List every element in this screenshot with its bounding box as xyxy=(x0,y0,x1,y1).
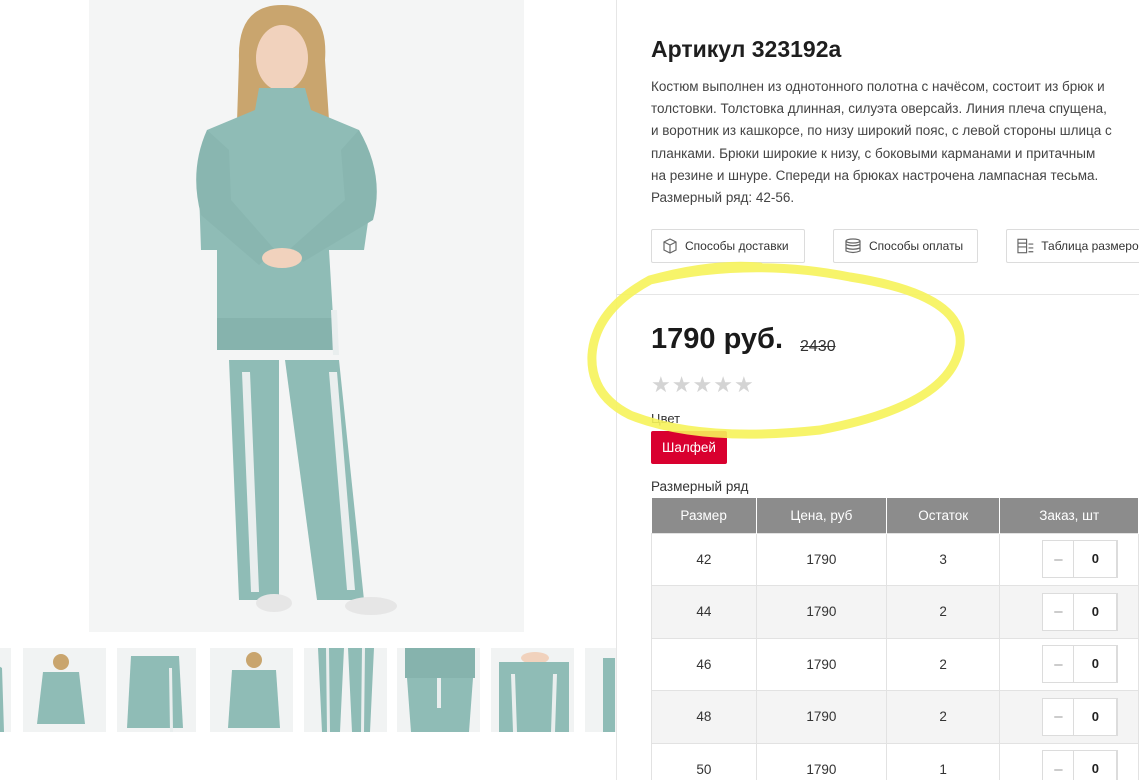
decrement-button[interactable]: – xyxy=(1043,603,1073,620)
decrement-button[interactable]: – xyxy=(1043,761,1073,778)
quantity-input[interactable]: 0 xyxy=(1073,592,1118,631)
order-cell: – 0 xyxy=(999,637,1139,691)
size-range-label: Размерный ряд xyxy=(651,479,749,494)
size-cell: 48 xyxy=(651,690,757,744)
price-cell: 1790 xyxy=(755,742,887,780)
star-icon[interactable]: ★ xyxy=(692,373,712,397)
star-icon[interactable]: ★ xyxy=(734,373,754,397)
stock-cell: 2 xyxy=(885,585,1001,639)
size-chart-button[interactable]: Таблица размеров xyxy=(1006,229,1139,263)
coins-icon xyxy=(845,238,861,254)
quantity-stepper: – 0 xyxy=(1042,592,1119,631)
table-row: 48 1790 2 – 0 xyxy=(651,690,1139,744)
model-photo-illustration xyxy=(89,0,524,632)
thumbnail-1[interactable] xyxy=(23,648,106,732)
table-row: 44 1790 2 – 0 xyxy=(651,585,1139,639)
star-icon[interactable]: ★ xyxy=(672,373,692,397)
description-line: Размерный ряд: 42-56. xyxy=(651,190,795,206)
order-cell: – 0 xyxy=(999,690,1139,744)
quantity-stepper: – 0 xyxy=(1042,750,1119,780)
quantity-input[interactable]: 0 xyxy=(1073,750,1118,780)
table-row: 42 1790 3 – 0 xyxy=(651,532,1139,586)
size-chart-icon xyxy=(1017,238,1034,254)
column-header-price: Цена, руб xyxy=(756,498,887,533)
order-cell: – 0 xyxy=(999,742,1139,780)
size-order-table: Размер Цена, руб Остаток Заказ, шт 42 17… xyxy=(651,498,1139,780)
column-header-order: Заказ, шт xyxy=(999,498,1139,533)
description-line: Костюм выполнен из однотонного полотна с… xyxy=(651,79,1105,94)
thumbnail-strip xyxy=(0,648,616,732)
size-cell: 42 xyxy=(651,532,757,586)
color-option-selected[interactable]: Шалфей xyxy=(651,431,727,464)
stock-cell: 1 xyxy=(885,742,1001,780)
size-cell: 46 xyxy=(651,637,757,691)
column-header-size: Размер xyxy=(651,498,757,533)
description-line: планками. Брюки широкие к низу, с боковы… xyxy=(651,145,1096,161)
stock-cell: 2 xyxy=(885,690,1001,744)
stock-cell: 3 xyxy=(885,532,1001,586)
quantity-stepper: – 0 xyxy=(1042,697,1119,736)
old-price: 2430 xyxy=(800,338,836,355)
quantity-stepper: – 0 xyxy=(1042,645,1119,684)
size-cell: 50 xyxy=(651,742,757,780)
thumbnail-5[interactable] xyxy=(397,648,480,732)
quantity-input[interactable]: 0 xyxy=(1073,697,1118,736)
main-product-photo[interactable] xyxy=(89,0,524,632)
decrement-button[interactable]: – xyxy=(1043,551,1073,568)
column-divider xyxy=(616,0,617,780)
price-cell: 1790 xyxy=(755,532,887,586)
table-header-row: Размер Цена, руб Остаток Заказ, шт xyxy=(651,498,1139,533)
product-info: Артикул 323192а Костюм выполнен из однот… xyxy=(651,0,1139,780)
description-line: и воротник из кашкорсе, по низу широкий … xyxy=(651,123,1112,139)
thumbnail-0[interactable] xyxy=(0,648,11,732)
product-title: Артикул 323192а xyxy=(651,36,842,62)
payment-methods-label: Способы оплаты xyxy=(869,239,964,253)
thumbnail-3[interactable] xyxy=(210,648,293,732)
table-row: 46 1790 2 – 0 xyxy=(651,637,1139,691)
quantity-input[interactable]: 0 xyxy=(1073,540,1118,579)
description-line: толстовки. Толстовка длинная, силуэта ов… xyxy=(651,101,1107,117)
thumbnail-2[interactable] xyxy=(117,648,196,732)
thumbnail-6[interactable] xyxy=(491,648,574,732)
box-icon xyxy=(663,238,677,254)
price-cell: 1790 xyxy=(755,690,887,744)
product-gallery xyxy=(0,0,616,780)
size-cell: 44 xyxy=(651,585,757,639)
order-cell: – 0 xyxy=(999,532,1139,586)
quantity-stepper: – 0 xyxy=(1042,540,1119,579)
price-cell: 1790 xyxy=(755,585,887,639)
thumbnail-7[interactable] xyxy=(585,648,616,732)
product-description: Костюм выполнен из однотонного полотна с… xyxy=(651,76,1139,209)
current-price: 1790 руб. xyxy=(651,323,784,355)
delivery-methods-label: Способы доставки xyxy=(685,239,789,253)
decrement-button[interactable]: – xyxy=(1043,708,1073,725)
payment-methods-button[interactable]: Способы оплаты xyxy=(833,229,978,263)
price-cell: 1790 xyxy=(755,637,887,691)
description-line: на резине и шнуре. Спереди на брюках нас… xyxy=(651,167,1099,183)
column-header-stock: Остаток xyxy=(886,498,1001,533)
size-chart-label: Таблица размеров xyxy=(1041,239,1139,253)
order-cell: – 0 xyxy=(999,585,1139,639)
decrement-button[interactable]: – xyxy=(1043,656,1073,673)
section-divider xyxy=(616,294,1139,295)
quantity-input[interactable]: 0 xyxy=(1073,645,1118,684)
stock-cell: 2 xyxy=(885,637,1001,691)
star-icon[interactable]: ★ xyxy=(713,373,733,397)
table-row: 50 1790 1 – 0 xyxy=(651,742,1139,780)
star-icon[interactable]: ★ xyxy=(651,373,671,397)
delivery-methods-button[interactable]: Способы доставки xyxy=(651,229,805,263)
color-label: Цвет xyxy=(651,411,681,426)
rating-stars[interactable]: ★ ★ ★ ★ ★ xyxy=(651,373,754,397)
thumbnail-4[interactable] xyxy=(304,648,387,732)
